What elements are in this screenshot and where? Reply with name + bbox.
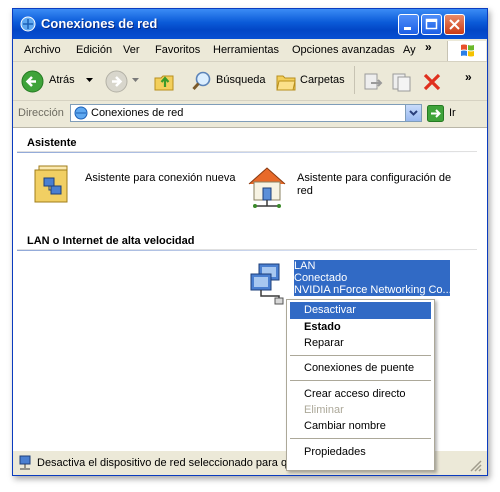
section-divider xyxy=(17,152,477,153)
menu-opciones-avanzadas[interactable]: Opciones avanzadas xyxy=(292,44,395,56)
lan-connection-icon xyxy=(250,263,284,305)
folders-icon xyxy=(276,75,296,91)
move-to-icon[interactable] xyxy=(362,71,384,93)
back-arrow-icon xyxy=(21,70,44,93)
menu-herramientas[interactable]: Herramientas xyxy=(213,44,279,56)
context-separator xyxy=(290,380,431,381)
address-dropdown-button[interactable] xyxy=(405,105,421,121)
back-dropdown-icon[interactable] xyxy=(86,78,93,83)
search-button[interactable]: Búsqueda xyxy=(189,68,271,94)
network-connections-icon xyxy=(20,16,36,32)
menu-bar: Archivo Edición Ver Favoritos Herramient… xyxy=(13,39,487,62)
network-connections-icon xyxy=(74,106,88,120)
new-connection-wizard[interactable]: Asistente para conexión nueva xyxy=(29,164,239,212)
folder-up-icon xyxy=(154,75,174,91)
search-label: Búsqueda xyxy=(216,74,266,86)
menu-ayuda[interactable]: Ay xyxy=(403,44,416,56)
delete-icon[interactable] xyxy=(421,71,443,93)
menu-archivo[interactable]: Archivo xyxy=(24,44,61,56)
go-button[interactable]: Ir xyxy=(427,105,467,123)
context-menu: Desactivar Estado Reparar Conexiones de … xyxy=(286,299,435,471)
back-label: Atrás xyxy=(49,74,75,86)
copy-to-icon[interactable] xyxy=(390,71,412,93)
back-button[interactable]: Atrás xyxy=(17,68,95,94)
context-separator xyxy=(290,438,431,439)
lan-connection-device: NVIDIA nForce Networking Co... xyxy=(294,284,450,296)
menu-overflow-chevron[interactable]: » xyxy=(425,40,432,54)
network-setup-wizard[interactable]: Asistente para configuración de red xyxy=(243,164,473,216)
network-status-icon xyxy=(19,455,31,470)
address-label: Dirección xyxy=(18,107,64,119)
context-item-estado[interactable]: Estado xyxy=(290,319,431,336)
context-item-propiedades[interactable]: Propiedades xyxy=(290,444,431,461)
lan-connection-name: LAN xyxy=(294,260,316,272)
menu-ver[interactable]: Ver xyxy=(123,44,140,56)
context-item-crear-acceso-directo[interactable]: Crear acceso directo xyxy=(290,386,431,403)
toolbar-overflow-chevron[interactable]: » xyxy=(465,70,472,84)
explorer-window: Conexiones de red Archivo Edición Ver Fa… xyxy=(12,8,488,476)
chevron-down-icon xyxy=(409,110,418,116)
windows-flag-icon xyxy=(461,44,474,57)
address-field[interactable]: Conexiones de red xyxy=(70,104,422,122)
context-item-conexiones-de-puente[interactable]: Conexiones de puente xyxy=(290,360,431,377)
connection-wizard-icon xyxy=(34,165,68,203)
forward-arrow-icon xyxy=(105,70,128,93)
context-separator xyxy=(290,355,431,356)
new-connection-wizard-label: Asistente para conexión nueva xyxy=(85,172,236,184)
window-title: Conexiones de red xyxy=(41,16,158,31)
lan-connection-label[interactable]: LAN Conectado NVIDIA nForce Networking C… xyxy=(294,260,450,296)
resize-grip-icon[interactable] xyxy=(469,459,483,473)
folders-label: Carpetas xyxy=(300,74,345,86)
magnifier-icon xyxy=(192,71,211,91)
context-item-eliminar: Eliminar xyxy=(304,404,344,416)
section-divider xyxy=(17,250,477,251)
menu-favoritos[interactable]: Favoritos xyxy=(155,44,200,56)
close-icon xyxy=(449,19,460,30)
network-setup-wizard-label: Asistente para configuración de red xyxy=(297,172,452,197)
go-label: Ir xyxy=(449,107,456,119)
menu-edicion[interactable]: Edición xyxy=(76,44,112,56)
up-folder-button[interactable] xyxy=(151,68,177,94)
standard-toolbar: Atrás Búsqueda Carpetas » xyxy=(13,62,487,101)
toolbar-separator xyxy=(354,66,355,94)
go-arrow-icon xyxy=(427,105,444,122)
forward-dropdown-icon[interactable] xyxy=(132,78,139,83)
maximize-icon xyxy=(425,18,438,30)
close-window-button[interactable] xyxy=(444,14,465,35)
minimize-button[interactable] xyxy=(398,14,419,35)
address-bar: Dirección Conexiones de red Ir xyxy=(13,101,487,128)
section-header-lan: LAN o Internet de alta velocidad xyxy=(17,232,477,250)
forward-button[interactable] xyxy=(101,68,141,94)
folders-button[interactable]: Carpetas xyxy=(273,68,351,94)
windows-logo xyxy=(447,41,486,61)
maximize-button[interactable] xyxy=(421,14,442,35)
context-item-reparar[interactable]: Reparar xyxy=(290,335,431,352)
minimize-icon xyxy=(404,27,411,30)
context-item-cambiar-nombre[interactable]: Cambiar nombre xyxy=(290,418,431,435)
section-header-wizard: Asistente xyxy=(17,134,477,152)
address-value: Conexiones de red xyxy=(91,107,184,119)
title-bar[interactable]: Conexiones de red xyxy=(13,9,487,39)
context-item-desactivar[interactable]: Desactivar xyxy=(290,302,431,319)
lan-connection-status: Conectado xyxy=(294,272,348,284)
home-network-icon xyxy=(248,167,286,208)
